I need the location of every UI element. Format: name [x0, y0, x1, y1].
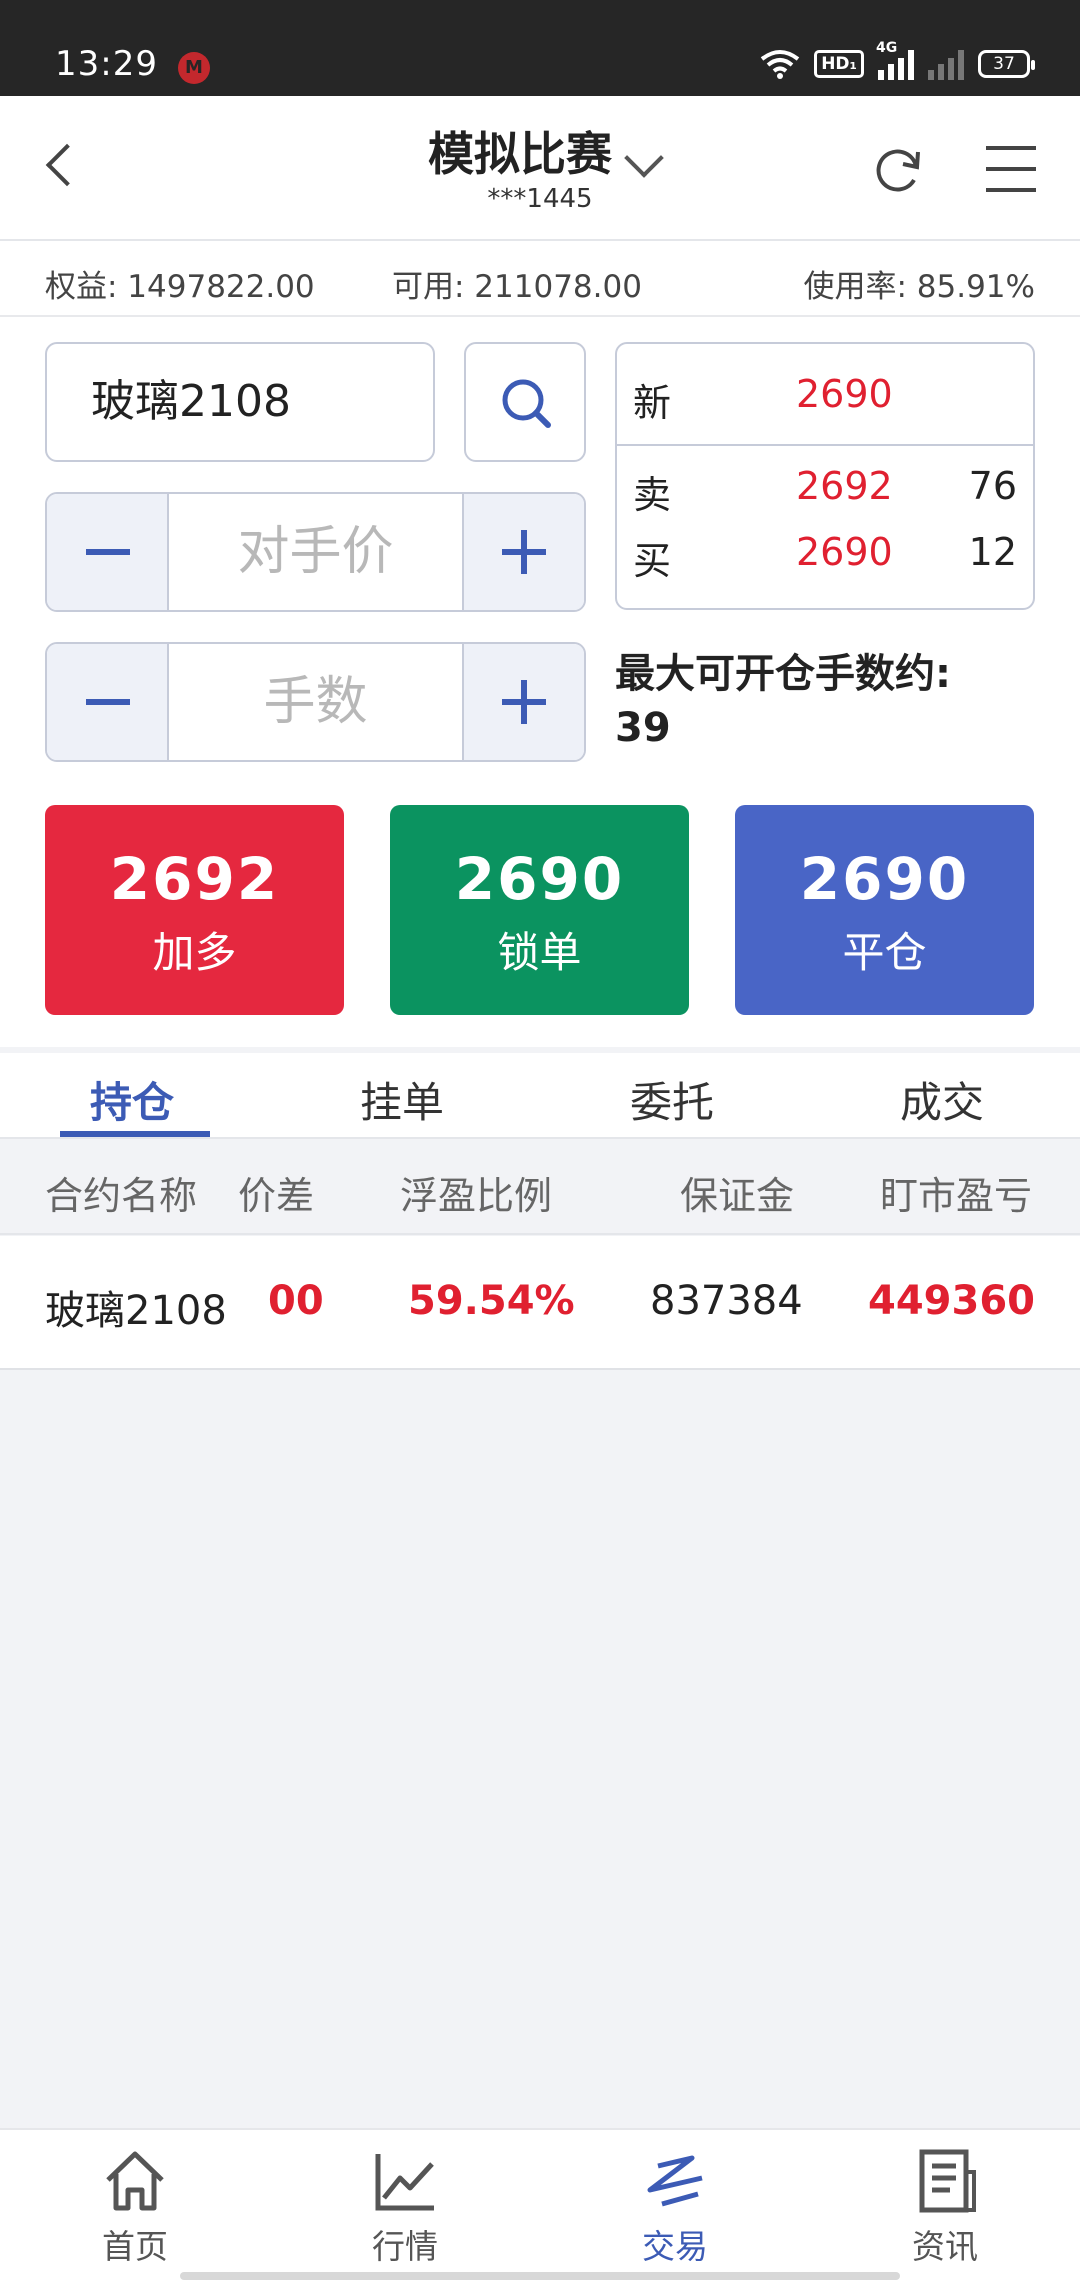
ask-label: 卖	[633, 473, 672, 517]
app-header: 模拟比赛 ***1445	[0, 96, 1080, 241]
search-icon	[502, 379, 551, 428]
last-price: 2690	[796, 372, 893, 416]
order-panel: 玻璃2108 对手价 手数 新 2690 卖 2692 76 买 2690 12	[0, 317, 1080, 1047]
bid-volume: 12	[968, 530, 1017, 574]
signal-4g-icon: 4G	[876, 40, 914, 80]
quantity-increase-button[interactable]	[462, 644, 584, 760]
max-open-value: 39	[615, 705, 671, 751]
position-tabs: 持仓 挂单 委托 成交	[0, 1053, 1080, 1139]
cell-margin: 837384	[650, 1278, 803, 1324]
column-header: 浮盈比例	[400, 1174, 553, 1218]
minus-icon	[86, 549, 130, 555]
cell-spread: 00	[268, 1278, 324, 1324]
divider	[617, 444, 1033, 446]
nav-trade[interactable]: 交易	[540, 2130, 810, 2280]
status-time: 13:29	[55, 44, 158, 84]
account-summary: 权益: 1497822.00 可用: 211078.00 使用率: 85.91%	[0, 241, 1080, 317]
price-field[interactable]: 对手价	[169, 494, 462, 610]
bid-price: 2690	[796, 530, 893, 574]
quantity-decrease-button[interactable]	[47, 644, 169, 760]
column-header: 价差	[238, 1174, 315, 1218]
tab-positions[interactable]: 持仓	[90, 1069, 174, 1130]
app-notification-icon: M	[178, 52, 210, 84]
nav-label: 资讯	[912, 2227, 978, 2266]
buy-label: 加多	[152, 928, 237, 977]
quote-box: 新 2690 卖 2692 76 买 2690 12	[615, 342, 1035, 610]
column-header: 盯市盈亏	[880, 1174, 1033, 1218]
buy-price: 2692	[109, 845, 280, 913]
signal-no-sim-icon	[928, 48, 964, 80]
price-stepper: 对手价	[45, 492, 586, 612]
ask-price: 2692	[796, 464, 893, 508]
lock-price: 2690	[454, 845, 625, 913]
home-indicator	[180, 2272, 900, 2280]
nav-label: 行情	[372, 2227, 438, 2266]
news-icon	[919, 2149, 976, 2213]
ask-volume: 76	[968, 464, 1017, 508]
search-button[interactable]	[464, 342, 586, 462]
active-tab-indicator	[60, 1131, 210, 1137]
contract-input[interactable]: 玻璃2108	[45, 342, 435, 462]
usage-rate: 使用率: 85.91%	[803, 269, 1035, 305]
max-open-info: 最大可开仓手数约: 39	[615, 647, 1055, 755]
close-price: 2690	[799, 845, 970, 913]
buy-long-button[interactable]: 2692 加多	[45, 805, 344, 1015]
bottom-nav: 首页 行情 交易 资讯	[0, 2128, 1080, 2280]
tab-pending[interactable]: 挂单	[360, 1069, 444, 1130]
close-label: 平仓	[842, 928, 927, 977]
close-position-button[interactable]: 2690 平仓	[735, 805, 1034, 1015]
hd-badge: HD₁	[814, 50, 864, 78]
status-icons: HD₁ 4G 37	[760, 40, 1035, 84]
column-header: 保证金	[680, 1174, 795, 1218]
table-row[interactable]: 玻璃2108 00 59.54% 837384 449360	[0, 1236, 1080, 1370]
cell-mark-to-market: 449360	[868, 1278, 1035, 1324]
refresh-icon[interactable]	[872, 144, 924, 196]
lock-label: 锁单	[497, 928, 582, 977]
positions-table-header: 合约名称 价差 浮盈比例 保证金 盯市盈亏	[0, 1141, 1080, 1235]
minus-icon	[86, 699, 130, 705]
tab-trades[interactable]: 成交	[900, 1069, 984, 1130]
chevron-down-icon[interactable]	[620, 142, 660, 182]
chart-icon	[375, 2154, 434, 2211]
lock-button[interactable]: 2690 锁单	[390, 805, 689, 1015]
column-header: 合约名称	[45, 1174, 198, 1218]
last-label: 新	[633, 381, 672, 425]
nav-label: 首页	[102, 2227, 168, 2266]
nav-home[interactable]: 首页	[0, 2130, 270, 2280]
nav-news[interactable]: 资讯	[810, 2130, 1080, 2280]
menu-icon[interactable]	[986, 146, 1036, 192]
quantity-field[interactable]: 手数	[169, 644, 462, 760]
home-icon	[106, 2151, 164, 2211]
trade-icon	[647, 2155, 703, 2207]
wifi-icon	[760, 50, 800, 79]
quantity-stepper: 手数	[45, 642, 586, 762]
cell-profit-ratio: 59.54%	[408, 1278, 575, 1324]
price-decrease-button[interactable]	[47, 494, 169, 610]
battery-icon: 37	[978, 50, 1035, 78]
available-value: 可用: 211078.00	[392, 269, 642, 305]
max-open-label: 最大可开仓手数约:	[615, 651, 951, 697]
cell-contract: 玻璃2108	[45, 1288, 227, 1334]
equity-value: 权益: 1497822.00	[45, 269, 315, 305]
tab-orders[interactable]: 委托	[630, 1069, 714, 1130]
bid-label: 买	[633, 539, 672, 583]
nav-market[interactable]: 行情	[270, 2130, 540, 2280]
nav-label: 交易	[642, 2227, 708, 2266]
status-bar: 13:29 M HD₁ 4G 37	[0, 0, 1080, 96]
price-increase-button[interactable]	[462, 494, 584, 610]
